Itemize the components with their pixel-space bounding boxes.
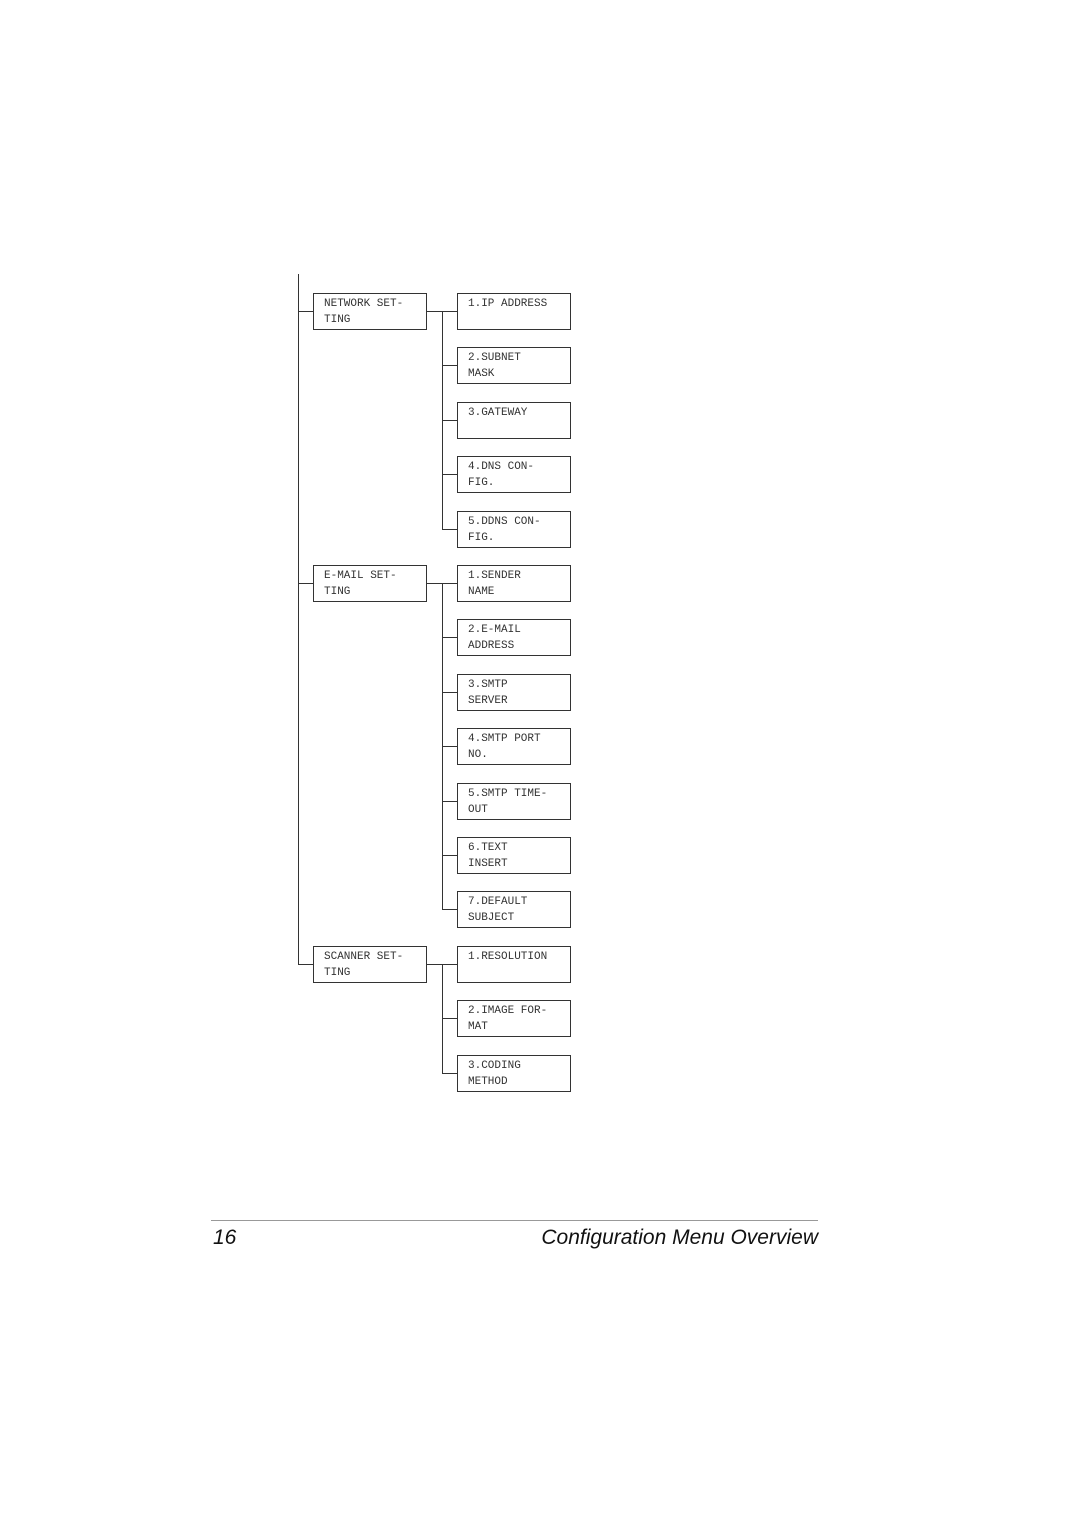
section-title: Configuration Menu Overview [541, 1226, 818, 1249]
trunk-line [298, 274, 299, 965]
connector-line [442, 692, 457, 693]
menu-group-1[interactable]: E-MAIL SET- TING [313, 565, 427, 602]
box-label-line: 7.DEFAULT [468, 896, 528, 908]
box-label-line: OUT [468, 804, 488, 816]
box-label-line: NAME [468, 586, 495, 598]
box-label-line: 1.SENDER [468, 570, 521, 582]
menu-tree-diagram: NETWORK SET- TING 1.IP ADDRESS 2.SUBNET MASK… [0, 0, 1080, 1527]
box-label-line: ADDRESS [468, 640, 515, 652]
connector-line [442, 801, 457, 802]
menu-item[interactable]: 1.RESOLUTION [457, 946, 571, 983]
box-label-line: 4.DNS CON- [468, 461, 535, 473]
box-label-line: MAT [468, 1021, 488, 1033]
connector-line [442, 583, 457, 584]
box-label-line: 3.CODING [468, 1060, 521, 1072]
menu-item[interactable]: 7.DEFAULT SUBJECT [457, 891, 571, 928]
footer-rule [211, 1220, 818, 1221]
connector-line [442, 529, 457, 530]
connector-line [442, 637, 457, 638]
menu-item[interactable]: 1.SENDER NAME [457, 565, 571, 602]
menu-group-2[interactable]: SCANNER SET- TING [313, 946, 427, 983]
box-label-line: SCANNER SET- [324, 951, 404, 963]
connector-line [442, 365, 457, 366]
box-label-line: SUBJECT [468, 912, 515, 924]
branch-line [442, 311, 443, 530]
connector-line [442, 311, 457, 312]
box-label-line: 3.GATEWAY [468, 407, 528, 419]
page-number: 16 [213, 1226, 237, 1249]
box-label-line: 2.IMAGE FOR- [468, 1005, 548, 1017]
menu-item[interactable]: 2.SUBNET MASK [457, 347, 571, 384]
connector-line [442, 1018, 457, 1019]
connector-line [298, 964, 313, 965]
menu-item[interactable]: 3.CODING METHOD [457, 1055, 571, 1092]
menu-item[interactable]: 4.SMTP PORT NO. [457, 728, 571, 765]
connector-line [442, 855, 457, 856]
menu-item[interactable]: 2.E-MAIL ADDRESS [457, 619, 571, 656]
box-label-line: SERVER [468, 695, 508, 707]
menu-item[interactable]: 2.IMAGE FOR- MAT [457, 1000, 571, 1037]
box-label-line: FIG. [468, 477, 495, 489]
box-label-line: E-MAIL SET- [324, 570, 397, 582]
connector-line [427, 583, 442, 584]
menu-item[interactable]: 6.TEXT INSERT [457, 837, 571, 874]
menu-group-0[interactable]: NETWORK SET- TING [313, 293, 427, 330]
box-label-line: 6.TEXT [468, 842, 508, 854]
box-label-line: 4.SMTP PORT [468, 733, 541, 745]
box-label-line: TING [324, 314, 351, 326]
box-label-line: 2.SUBNET [468, 352, 521, 364]
menu-item[interactable]: 5.SMTP TIME- OUT [457, 783, 571, 820]
box-label-line: FIG. [468, 532, 495, 544]
connector-line [442, 909, 457, 910]
menu-item[interactable]: 5.DDNS CON- FIG. [457, 511, 571, 548]
connector-line [427, 964, 442, 965]
connector-line [442, 1073, 457, 1074]
box-label-line: TING [324, 967, 351, 979]
connector-line [298, 583, 313, 584]
menu-item[interactable]: 3.GATEWAY [457, 402, 571, 439]
connector-line [442, 746, 457, 747]
connector-line [427, 311, 442, 312]
menu-item[interactable]: 3.SMTP SERVER [457, 674, 571, 711]
connector-line [442, 964, 457, 965]
box-label-line: 5.DDNS CON- [468, 516, 541, 528]
box-label-line: 3.SMTP [468, 679, 508, 691]
box-label-line: TING [324, 586, 351, 598]
branch-line [442, 583, 443, 910]
connector-line [442, 420, 457, 421]
box-label-line: 1.IP ADDRESS [468, 298, 548, 310]
box-label-line: INSERT [468, 858, 508, 870]
box-label-line: 2.E-MAIL [468, 624, 521, 636]
box-label-line: 5.SMTP TIME- [468, 788, 548, 800]
menu-item[interactable]: 1.IP ADDRESS [457, 293, 571, 330]
box-label-line: METHOD [468, 1076, 508, 1088]
box-label-line: NETWORK SET- [324, 298, 404, 310]
connector-line [298, 311, 313, 312]
branch-line [442, 964, 443, 1074]
box-label-line: NO. [468, 749, 488, 761]
connector-line [442, 474, 457, 475]
box-label-line: 1.RESOLUTION [468, 951, 548, 963]
box-label-line: MASK [468, 368, 495, 380]
menu-item[interactable]: 4.DNS CON- FIG. [457, 456, 571, 493]
